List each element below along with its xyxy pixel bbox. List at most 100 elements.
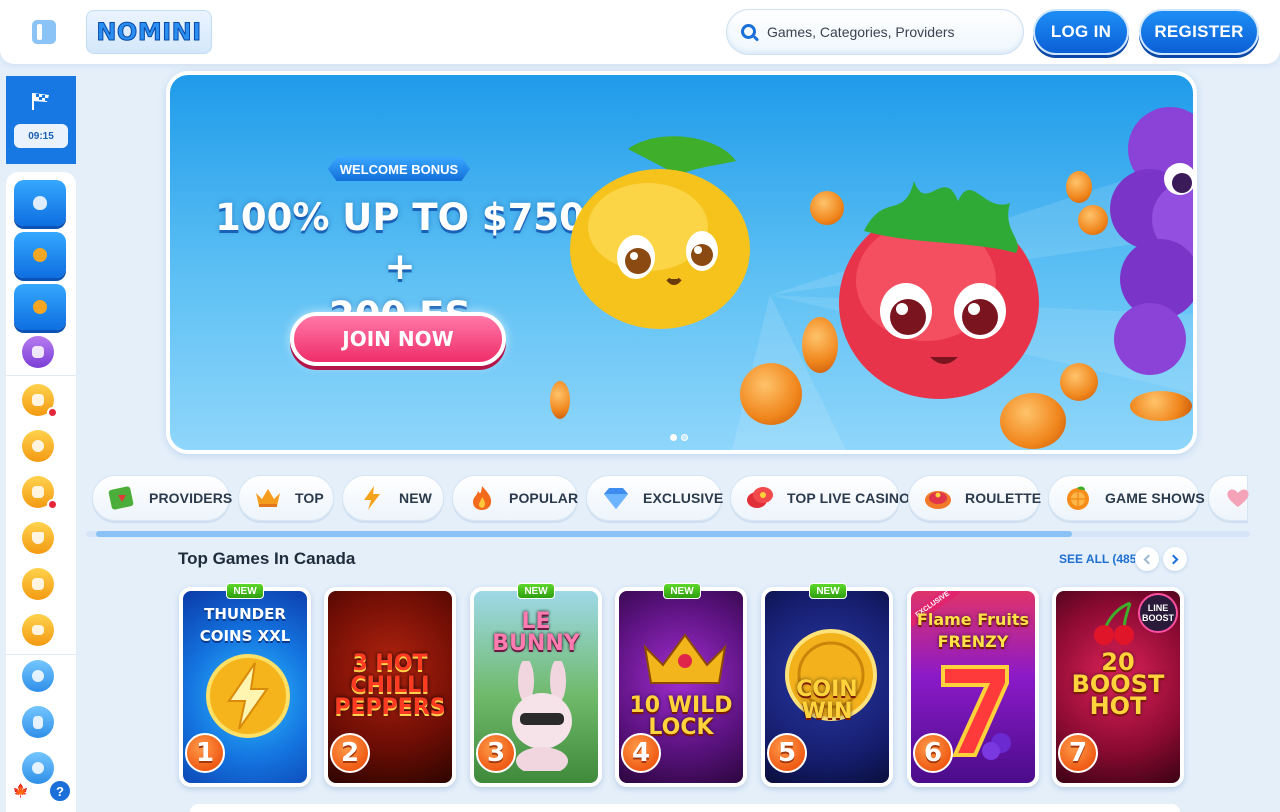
clover-icon[interactable] — [22, 752, 54, 784]
timer-countdown: 09:15 — [14, 124, 68, 148]
category-providers[interactable]: PROVIDERS — [92, 475, 233, 521]
game-title: THUNDER COINS XXL — [199, 605, 291, 645]
sidebar-divider — [6, 654, 76, 655]
strawberry-character-icon — [839, 181, 1039, 399]
category-more[interactable] — [1208, 475, 1249, 521]
crown-icon[interactable] — [22, 614, 54, 646]
new-badge: NEW — [517, 583, 555, 599]
language-flag-icon[interactable]: 🍁 — [10, 780, 32, 802]
game-card-4[interactable]: 10 WILD LOCK 4 — [615, 587, 747, 787]
sidebar-nav — [6, 172, 76, 812]
carousel-next-button[interactable] — [1163, 547, 1187, 571]
shop-icon[interactable] — [22, 568, 54, 600]
game-card-7[interactable]: LINE BOOST 20 BOOST HOT 7 — [1052, 587, 1184, 787]
pagination-dot-active[interactable] — [670, 434, 677, 441]
trophy-icon[interactable] — [22, 522, 54, 554]
game-rank: 6 — [913, 733, 953, 773]
coin-icon — [740, 363, 802, 425]
category-label: TOP LIVE CASINO — [787, 490, 911, 506]
welcome-bonus-tag: WELCOME BONUS — [328, 157, 470, 181]
scrollbar-thumb[interactable] — [96, 531, 1072, 537]
welcome-banner[interactable]: WELCOME BONUS 100% UP TO $750 + 200 FS J… — [166, 71, 1197, 454]
diamond-icon — [604, 488, 628, 509]
sports-ball-icon[interactable] — [14, 284, 66, 330]
rocket-icon[interactable] — [14, 232, 66, 278]
coin-icon — [1060, 363, 1098, 401]
cards-icon[interactable] — [22, 476, 58, 510]
top-header: NOMINI LOG IN REGISTER — [0, 0, 1280, 64]
category-game-shows[interactable]: GAME SHOWS — [1048, 475, 1205, 521]
cherry-icon[interactable] — [22, 660, 54, 692]
coin-icon — [550, 381, 570, 419]
search-box[interactable] — [726, 9, 1024, 55]
category-popular[interactable]: POPULAR — [452, 475, 578, 521]
category-top-live-casino[interactable]: TOP LIVE CASINO — [730, 475, 910, 521]
category-new[interactable]: NEW — [342, 475, 444, 521]
category-scrollbar[interactable] — [86, 531, 1250, 537]
logo-text: NOMINI — [96, 18, 202, 47]
see-all-link[interactable]: SEE ALL (485) — [1059, 552, 1140, 566]
game-rank: 5 — [767, 733, 807, 773]
roulette-icon — [925, 491, 951, 509]
coin-icon — [1078, 205, 1108, 235]
pagination-dot[interactable] — [681, 434, 688, 441]
game-card-6[interactable]: EXCLUSIVE Flame Fruits FRENZY 6 — [907, 587, 1039, 787]
game-rank: 1 — [185, 733, 225, 773]
category-label: PROVIDERS — [149, 490, 233, 506]
register-button[interactable]: REGISTER — [1139, 9, 1259, 55]
egg-icon[interactable] — [14, 180, 66, 226]
sidebar-toggle-icon[interactable] — [32, 20, 56, 44]
site-logo[interactable]: NOMINI — [86, 10, 212, 54]
help-button[interactable]: ? — [48, 779, 72, 803]
join-now-button[interactable]: JOIN NOW — [290, 312, 506, 366]
tournament-timer[interactable]: 09:15 — [6, 76, 76, 164]
coin-icon — [1066, 171, 1092, 203]
gift-icon[interactable] — [22, 336, 54, 368]
new-badge: NEW — [226, 583, 264, 599]
game-rank: 2 — [330, 733, 370, 773]
lightning-coin-icon — [206, 654, 290, 738]
cherry-icon — [1094, 601, 1134, 645]
new-badge: NEW — [663, 583, 701, 599]
card-icon[interactable] — [22, 706, 54, 738]
chevron-left-icon — [1143, 554, 1154, 564]
search-icon — [741, 24, 756, 39]
medal-icon[interactable] — [22, 430, 54, 462]
carousel-prev-button[interactable] — [1135, 547, 1159, 571]
fire-icon — [473, 486, 492, 510]
crown-icon — [256, 489, 280, 507]
game-card-1[interactable]: THUNDER COINS XXL 1 — [179, 587, 311, 787]
coin-icon — [802, 317, 838, 373]
banner-pagination — [670, 434, 688, 441]
game-card-2[interactable]: 3 HOT CHILLI PEPPERS 2 — [324, 587, 456, 787]
grape-character-icon — [1110, 107, 1193, 375]
game-rank: 7 — [1058, 733, 1098, 773]
section-title: Top Games In Canada — [178, 549, 356, 568]
category-roulette[interactable]: ROULETTE — [908, 475, 1042, 521]
new-badge: NEW — [809, 583, 847, 599]
chips-icon — [747, 487, 773, 508]
category-label: GAME SHOWS — [1105, 490, 1205, 506]
orange-slice-icon — [1067, 486, 1089, 510]
game-title: LE BUNNY — [492, 609, 580, 656]
game-rank: 4 — [621, 733, 661, 773]
category-label: TOP — [295, 490, 324, 506]
checkered-flag-icon — [32, 93, 49, 110]
login-button[interactable]: LOG IN — [1033, 9, 1129, 55]
dice-icon[interactable] — [22, 384, 58, 418]
category-label: POPULAR — [509, 490, 579, 506]
category-label: ROULETTE — [965, 490, 1042, 506]
category-exclusive[interactable]: EXCLUSIVE — [586, 475, 723, 521]
bonus-line-1: 100% UP TO $750 + — [215, 196, 585, 288]
game-card-5[interactable]: COIN WIN 5 — [761, 587, 893, 787]
coin-icon — [1000, 393, 1066, 449]
crown-icon — [643, 633, 727, 684]
lemon-character-icon — [570, 136, 750, 329]
game-rank: 3 — [476, 733, 516, 773]
coin-icon — [810, 191, 844, 225]
game-card-3[interactable]: LE BUNNY 3 — [470, 587, 602, 787]
notification-dot — [47, 499, 58, 510]
category-top[interactable]: TOP — [238, 475, 334, 521]
game-title: 20 BOOST HOT — [1071, 648, 1165, 720]
search-input[interactable] — [767, 22, 1007, 42]
